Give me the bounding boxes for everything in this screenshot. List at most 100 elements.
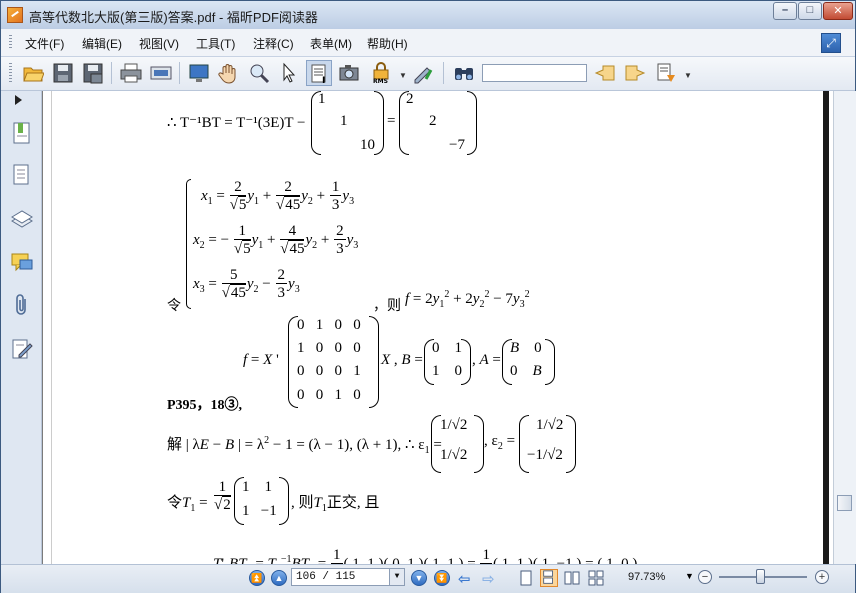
matrix-bracket: [374, 91, 384, 155]
matrix-bracket: [519, 415, 529, 473]
page-right-edge: [823, 91, 829, 564]
matrix-entry: 2: [429, 113, 437, 129]
menu-help[interactable]: 帮助(H): [367, 35, 408, 52]
matrix-entry: 10: [360, 137, 375, 153]
matrix-entry: 1: [318, 91, 326, 107]
back-icon[interactable]: ⇦: [458, 570, 471, 588]
matrix-bracket: [467, 91, 477, 155]
chevron-down-icon[interactable]: ▼: [399, 71, 407, 80]
continuous-page-icon[interactable]: [540, 569, 558, 587]
toolbar-separator: [443, 62, 444, 84]
maximize-button[interactable]: □: [798, 2, 822, 20]
menu-view[interactable]: 视图(V): [139, 35, 179, 52]
system-brace: [186, 179, 191, 309]
menu-file[interactable]: 文件(F): [25, 35, 64, 52]
matrix-entry: 0 0 0 1: [297, 363, 361, 379]
let-t1-label: 令T1 =: [167, 495, 208, 514]
matrix-bracket: [461, 339, 471, 385]
open-icon[interactable]: [20, 60, 46, 86]
problem-heading: P395，18③,: [167, 398, 243, 413]
matrix-entry: 1: [340, 113, 348, 129]
menu-edit[interactable]: 编辑(E): [82, 35, 122, 52]
foxit-logo-icon: [7, 7, 23, 23]
forward-icon[interactable]: ⇨: [482, 570, 495, 588]
matrix-entry: 1 0: [432, 363, 462, 379]
restore-view-icon[interactable]: ⤢: [821, 33, 841, 53]
matrix-bracket: [474, 415, 484, 473]
matrix-entry: 1/√2: [440, 417, 468, 433]
zoom-in-icon[interactable]: +: [815, 570, 829, 584]
f-equals: f = X ': [243, 352, 279, 368]
menu-tools[interactable]: 工具(T): [196, 35, 235, 52]
previous-page-icon[interactable]: ▲: [271, 570, 287, 586]
equation-x2: x2 = − 1 √5 y1 + 4 √45 y2 + 2 3 y3: [193, 223, 359, 257]
status-bar: ⏫ ▲ 106 / 115 ▼ ▼ ⏬ ⇦ ⇨ 97.73% ▼ − +: [1, 564, 855, 593]
matrix-entry: B 0: [510, 340, 542, 356]
select-arrow-icon[interactable]: [276, 60, 302, 86]
highlight-icon[interactable]: [653, 60, 679, 86]
zoom-level[interactable]: 97.73%: [628, 571, 665, 583]
matrix-bracket: [566, 415, 576, 473]
matrix-entry: 1 0 0 0: [297, 340, 361, 356]
facing-pages-icon[interactable]: [563, 569, 581, 587]
last-page-icon[interactable]: ⏬: [434, 570, 450, 586]
bookmarks-icon[interactable]: [10, 121, 34, 145]
fullscreen-icon[interactable]: [186, 60, 212, 86]
pages-thumbnail-icon[interactable]: [10, 163, 34, 187]
layers-icon[interactable]: [10, 207, 34, 231]
let-label: 令: [167, 299, 181, 314]
scrollbar-thumb[interactable]: [837, 495, 852, 511]
sign-icon[interactable]: [410, 60, 436, 86]
page-left-edge: [51, 91, 52, 564]
zoom-out-icon[interactable]: −: [698, 570, 712, 584]
matrix-entry: 0 1 0 0: [297, 317, 361, 333]
toolbar-separator: [179, 62, 180, 84]
search-input[interactable]: [482, 64, 587, 82]
zoom-slider-thumb[interactable]: [756, 569, 765, 584]
x-b-equals: X , B =: [381, 352, 423, 368]
svg-text:I: I: [322, 76, 325, 85]
rms-icon[interactable]: RMS: [368, 60, 394, 86]
main-toolbar: I RMS ▼ ▼: [1, 57, 855, 91]
equation-line: ∴ T⁻¹BT = T⁻¹(3E)T −: [167, 115, 306, 131]
save-as-icon[interactable]: [80, 60, 106, 86]
print-icon[interactable]: [118, 60, 144, 86]
matrix-entry: 1 −1: [242, 503, 277, 519]
first-page-icon[interactable]: ⏫: [249, 570, 265, 586]
menu-bar: 文件(F) 编辑(E) 视图(V) 工具(T) 注释(C) 表单(M) 帮助(H…: [1, 29, 855, 57]
epsilon2-equals: , ε2 =: [484, 433, 516, 452]
matrix-bracket: [545, 339, 555, 385]
chevron-down-icon[interactable]: ▼: [389, 569, 404, 585]
comments-icon[interactable]: [10, 251, 34, 275]
continuous-facing-icon[interactable]: [587, 569, 605, 587]
save-icon[interactable]: [50, 60, 76, 86]
menu-comment[interactable]: 注释(C): [253, 35, 294, 52]
hand-tool-icon[interactable]: [216, 60, 242, 86]
menubar-grip: [9, 35, 12, 50]
chevron-down-icon[interactable]: ▼: [685, 571, 694, 581]
toolbar-separator: [111, 62, 112, 84]
next-result-icon[interactable]: [622, 60, 648, 86]
matrix-entry: 2: [406, 91, 414, 107]
menu-form[interactable]: 表单(M): [310, 35, 352, 52]
text-select-icon[interactable]: I: [306, 60, 332, 86]
prev-result-icon[interactable]: [592, 60, 618, 86]
page-number-field[interactable]: 106 / 115 ▼: [291, 568, 405, 586]
a-equals: , A =: [472, 352, 501, 368]
fraction-one-over-root2: 1 √2: [214, 479, 231, 513]
document-view[interactable]: ∴ T⁻¹BT = T⁻¹(3E)T − 1 1 10 = 2 2 −7 x1 …: [42, 91, 834, 564]
attachment-icon[interactable]: [10, 293, 34, 317]
close-button[interactable]: ✕: [823, 2, 853, 20]
expand-panel-icon[interactable]: [15, 95, 22, 105]
chevron-down-icon[interactable]: ▼: [684, 71, 692, 80]
find-icon[interactable]: [451, 60, 477, 86]
matrix-entry: 0 0 1 0: [297, 387, 361, 403]
scan-icon[interactable]: [148, 60, 174, 86]
snapshot-icon[interactable]: [336, 60, 362, 86]
zoom-tool-icon[interactable]: [246, 60, 272, 86]
next-page-icon[interactable]: ▼: [411, 570, 427, 586]
signature-icon[interactable]: [10, 337, 34, 361]
vertical-scrollbar[interactable]: [833, 91, 856, 564]
single-page-icon[interactable]: [517, 569, 535, 587]
minimize-button[interactable]: –: [773, 2, 797, 20]
